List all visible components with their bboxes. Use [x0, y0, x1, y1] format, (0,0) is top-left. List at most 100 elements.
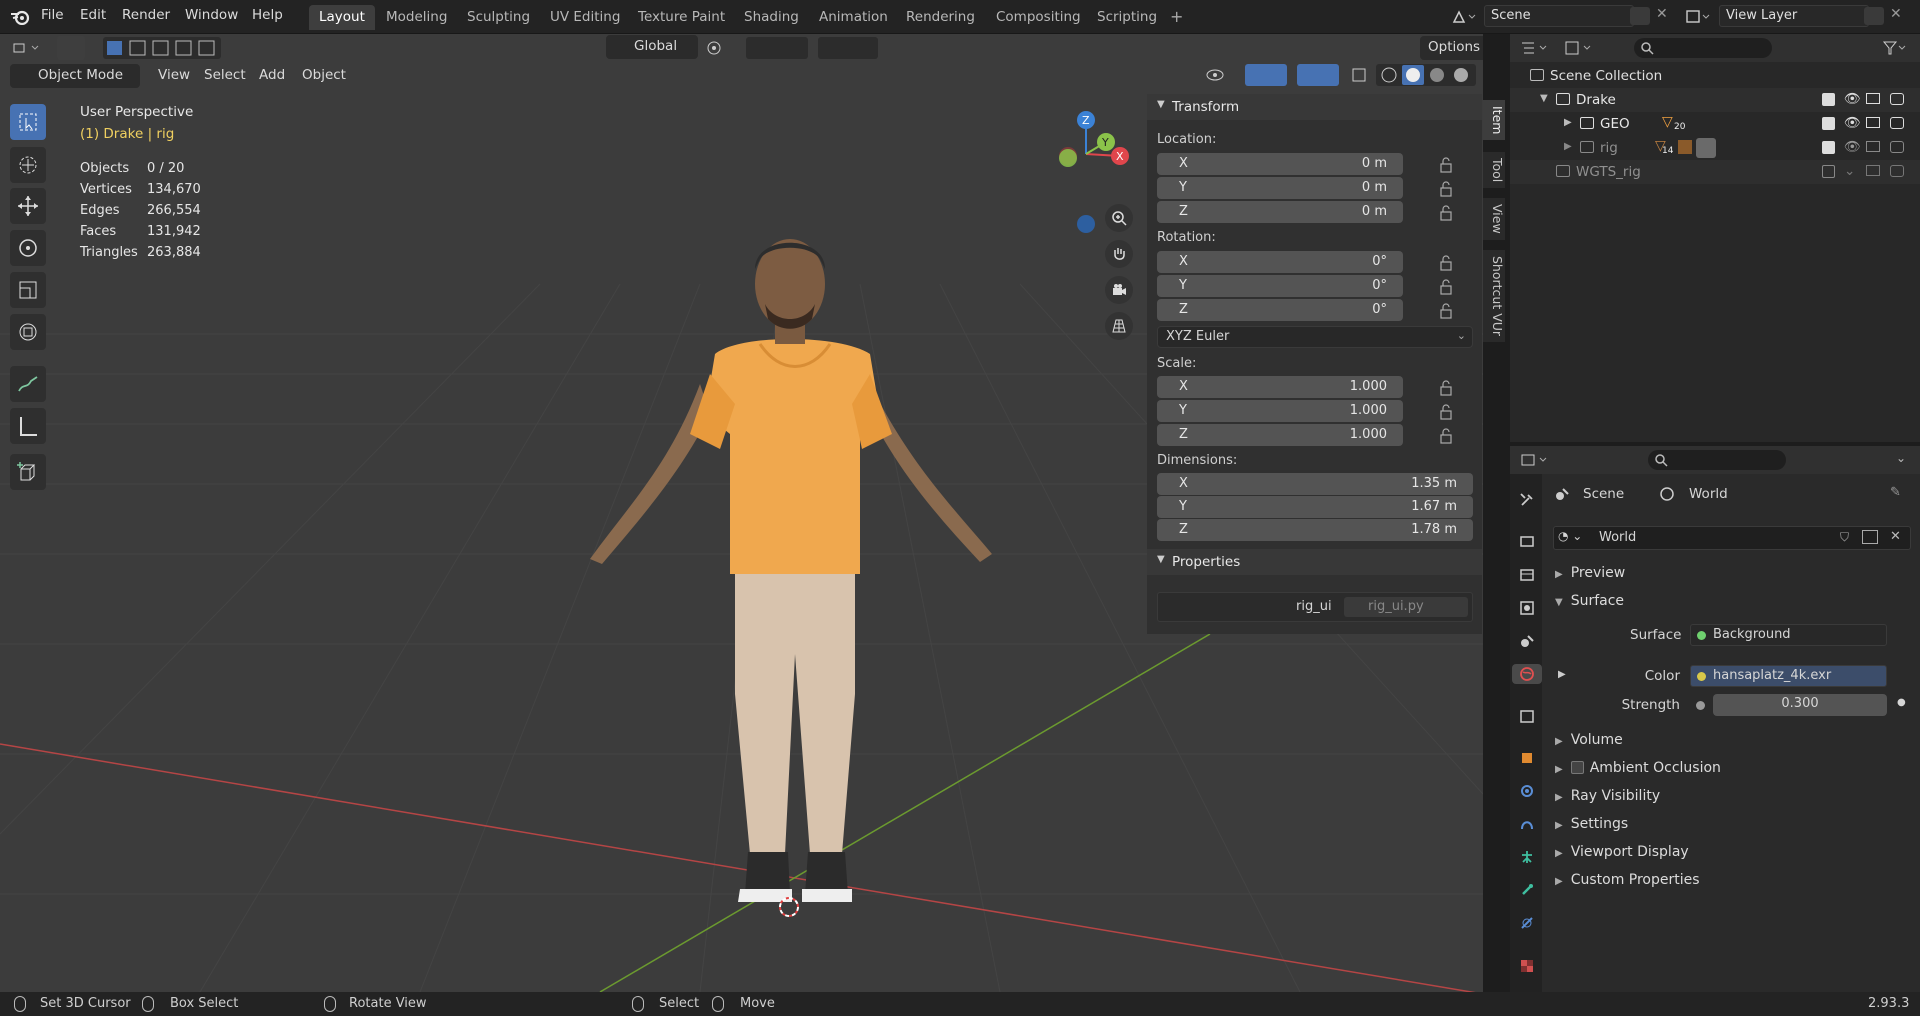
location-y-field[interactable]: Y 0 m: [1157, 177, 1403, 199]
menu-window[interactable]: Window: [185, 7, 238, 23]
expand-arrow-icon[interactable]: ▶: [1564, 141, 1572, 152]
world-datablock-field[interactable]: ◔ ⌄ World ⛉ ✕: [1553, 526, 1911, 550]
transform-orientation-dropdown[interactable]: Global: [606, 35, 698, 59]
eye-icon[interactable]: 👁: [1844, 115, 1861, 131]
mode-dropdown[interactable]: Object Mode: [10, 64, 140, 88]
rotate-tool-icon[interactable]: [10, 230, 46, 266]
expand-arrow-icon[interactable]: ▶: [1558, 669, 1566, 680]
strength-slider[interactable]: 0.300: [1713, 694, 1887, 716]
dimension-z-field[interactable]: Z 1.78 m: [1157, 519, 1473, 541]
location-x-field[interactable]: X 0 m: [1157, 153, 1403, 175]
scale-tool-icon[interactable]: [10, 272, 46, 308]
overlays-toggle-icon[interactable]: [1297, 64, 1339, 86]
move-tool-icon[interactable]: [10, 188, 46, 224]
section-ray-visibility[interactable]: ▶ Ray Visibility: [1555, 788, 1660, 804]
blender-logo-icon[interactable]: [10, 8, 30, 26]
scale-z-field[interactable]: Z 1.000: [1157, 424, 1403, 446]
delete-view-layer-icon[interactable]: ✕: [1890, 6, 1902, 22]
measure-tool-icon[interactable]: [10, 408, 46, 444]
view-layer-tab-icon[interactable]: [1517, 598, 1537, 618]
proportional-edit-icon[interactable]: [818, 37, 878, 59]
section-surface[interactable]: ▼ Surface: [1555, 593, 1624, 609]
pan-hand-icon[interactable]: [1105, 240, 1133, 268]
camera-icon[interactable]: [1890, 117, 1904, 129]
options-dropdown[interactable]: Options: [1420, 36, 1483, 60]
color-input-field[interactable]: hansaplatz_4k.exr: [1690, 665, 1887, 687]
dimension-y-field[interactable]: Y 1.67 m: [1157, 496, 1473, 518]
outliner-row-scene-collection[interactable]: Scene Collection: [1510, 64, 1920, 88]
monitor-icon[interactable]: [1866, 93, 1880, 104]
monitor-icon[interactable]: [1866, 117, 1880, 128]
rotation-mode-dropdown[interactable]: XYZ Euler ⌄: [1157, 326, 1473, 348]
outliner-row-geo[interactable]: ▶ GEO ▽ 20 👁: [1510, 112, 1920, 136]
rotation-x-field[interactable]: X 0°: [1157, 251, 1403, 273]
tab-scripting[interactable]: Scripting: [1087, 5, 1167, 30]
eye-closed-icon[interactable]: ⌄: [1844, 163, 1855, 179]
world-tab-icon[interactable]: [1512, 664, 1542, 684]
properties-editor-icon[interactable]: [1518, 450, 1554, 470]
menu-help[interactable]: Help: [252, 7, 283, 23]
snap-icon[interactable]: [746, 37, 808, 59]
tab-uv-editing[interactable]: UV Editing: [540, 5, 630, 30]
section-ambient-occlusion[interactable]: ▶ Ambient Occlusion: [1555, 760, 1721, 776]
tab-modeling[interactable]: Modeling: [376, 5, 457, 30]
tab-compositing[interactable]: Compositing: [986, 5, 1091, 30]
select-tool-icon[interactable]: [57, 36, 85, 60]
include-checkbox[interactable]: [1822, 141, 1835, 154]
include-checkbox[interactable]: [1822, 117, 1835, 130]
section-volume[interactable]: ▶ Volume: [1555, 732, 1623, 748]
camera-icon[interactable]: [1890, 165, 1904, 177]
tab-shortcut-vur[interactable]: Shortcut VUr: [1483, 250, 1505, 343]
object-data-tab-icon[interactable]: [1517, 847, 1537, 867]
bone-tab-icon[interactable]: [1517, 880, 1537, 900]
collection-tab-icon[interactable]: [1517, 706, 1537, 726]
monitor-icon[interactable]: [1866, 141, 1880, 152]
view-layer-icon[interactable]: [1685, 8, 1713, 26]
object-tab-icon[interactable]: [1517, 748, 1537, 768]
render-tab-icon[interactable]: [1517, 531, 1537, 551]
location-z-field[interactable]: Z 0 m: [1157, 201, 1403, 223]
transform-panel-header[interactable]: ▼ Transform: [1147, 94, 1482, 120]
properties-panel-header[interactable]: ▼ Properties: [1147, 549, 1482, 575]
camera-icon[interactable]: [1890, 141, 1904, 153]
gizmo-toggle-icon[interactable]: [1245, 64, 1287, 86]
custom-property-row[interactable]: rig_ui rig_ui.py: [1157, 592, 1473, 622]
constraints-tab-icon[interactable]: [1517, 814, 1537, 834]
duplicate-icon[interactable]: [1862, 530, 1878, 544]
tab-sculpting[interactable]: Sculpting: [457, 5, 540, 30]
chevron-down-icon[interactable]: ⌄: [1896, 451, 1906, 465]
eye-icon[interactable]: 👁: [1844, 139, 1861, 155]
new-view-layer-icon[interactable]: [1864, 7, 1884, 25]
lock-icon[interactable]: [1437, 157, 1457, 449]
monitor-icon[interactable]: [1866, 165, 1880, 176]
expand-arrow-icon[interactable]: ▶: [1564, 117, 1572, 128]
selection-mode-icons[interactable]: [103, 37, 221, 59]
tab-rendering[interactable]: Rendering: [896, 5, 985, 30]
menu-object[interactable]: Object: [294, 64, 354, 88]
eye-icon[interactable]: 👁: [1844, 91, 1861, 107]
ortho-grid-icon[interactable]: [1105, 312, 1133, 340]
menu-select[interactable]: Select: [196, 64, 254, 88]
delete-scene-icon[interactable]: ✕: [1656, 6, 1668, 22]
filter-icon[interactable]: [1882, 38, 1908, 58]
keyframe-dot-icon[interactable]: ●: [1897, 697, 1906, 708]
section-custom-properties[interactable]: ▶ Custom Properties: [1555, 872, 1700, 888]
tab-layout[interactable]: Layout: [309, 5, 375, 30]
section-preview[interactable]: ▶ Preview: [1555, 565, 1625, 581]
rotation-z-field[interactable]: Z 0°: [1157, 299, 1403, 321]
editor-type-icon[interactable]: [10, 36, 46, 60]
display-mode-icon[interactable]: [1562, 38, 1598, 58]
properties-search-input[interactable]: [1648, 450, 1786, 470]
section-settings[interactable]: ▶ Settings: [1555, 816, 1628, 832]
outliner-row-wgts-rig[interactable]: WGTS_rig ⌄: [1510, 160, 1920, 184]
tab-animation[interactable]: Animation: [809, 5, 898, 30]
outliner-row-drake[interactable]: ▼ Drake 👁: [1510, 88, 1920, 112]
outliner-editor-icon[interactable]: [1518, 38, 1554, 58]
physics-tab-icon[interactable]: [1517, 781, 1537, 801]
fake-user-icon[interactable]: ⛉: [1840, 530, 1849, 545]
new-scene-icon[interactable]: [1630, 7, 1650, 25]
scale-x-field[interactable]: X 1.000: [1157, 376, 1403, 398]
world-datablock-icon[interactable]: ◔ ⌄: [1558, 529, 1582, 543]
tool-tab-icon[interactable]: [1517, 490, 1537, 510]
tab-item[interactable]: Item: [1483, 100, 1505, 141]
